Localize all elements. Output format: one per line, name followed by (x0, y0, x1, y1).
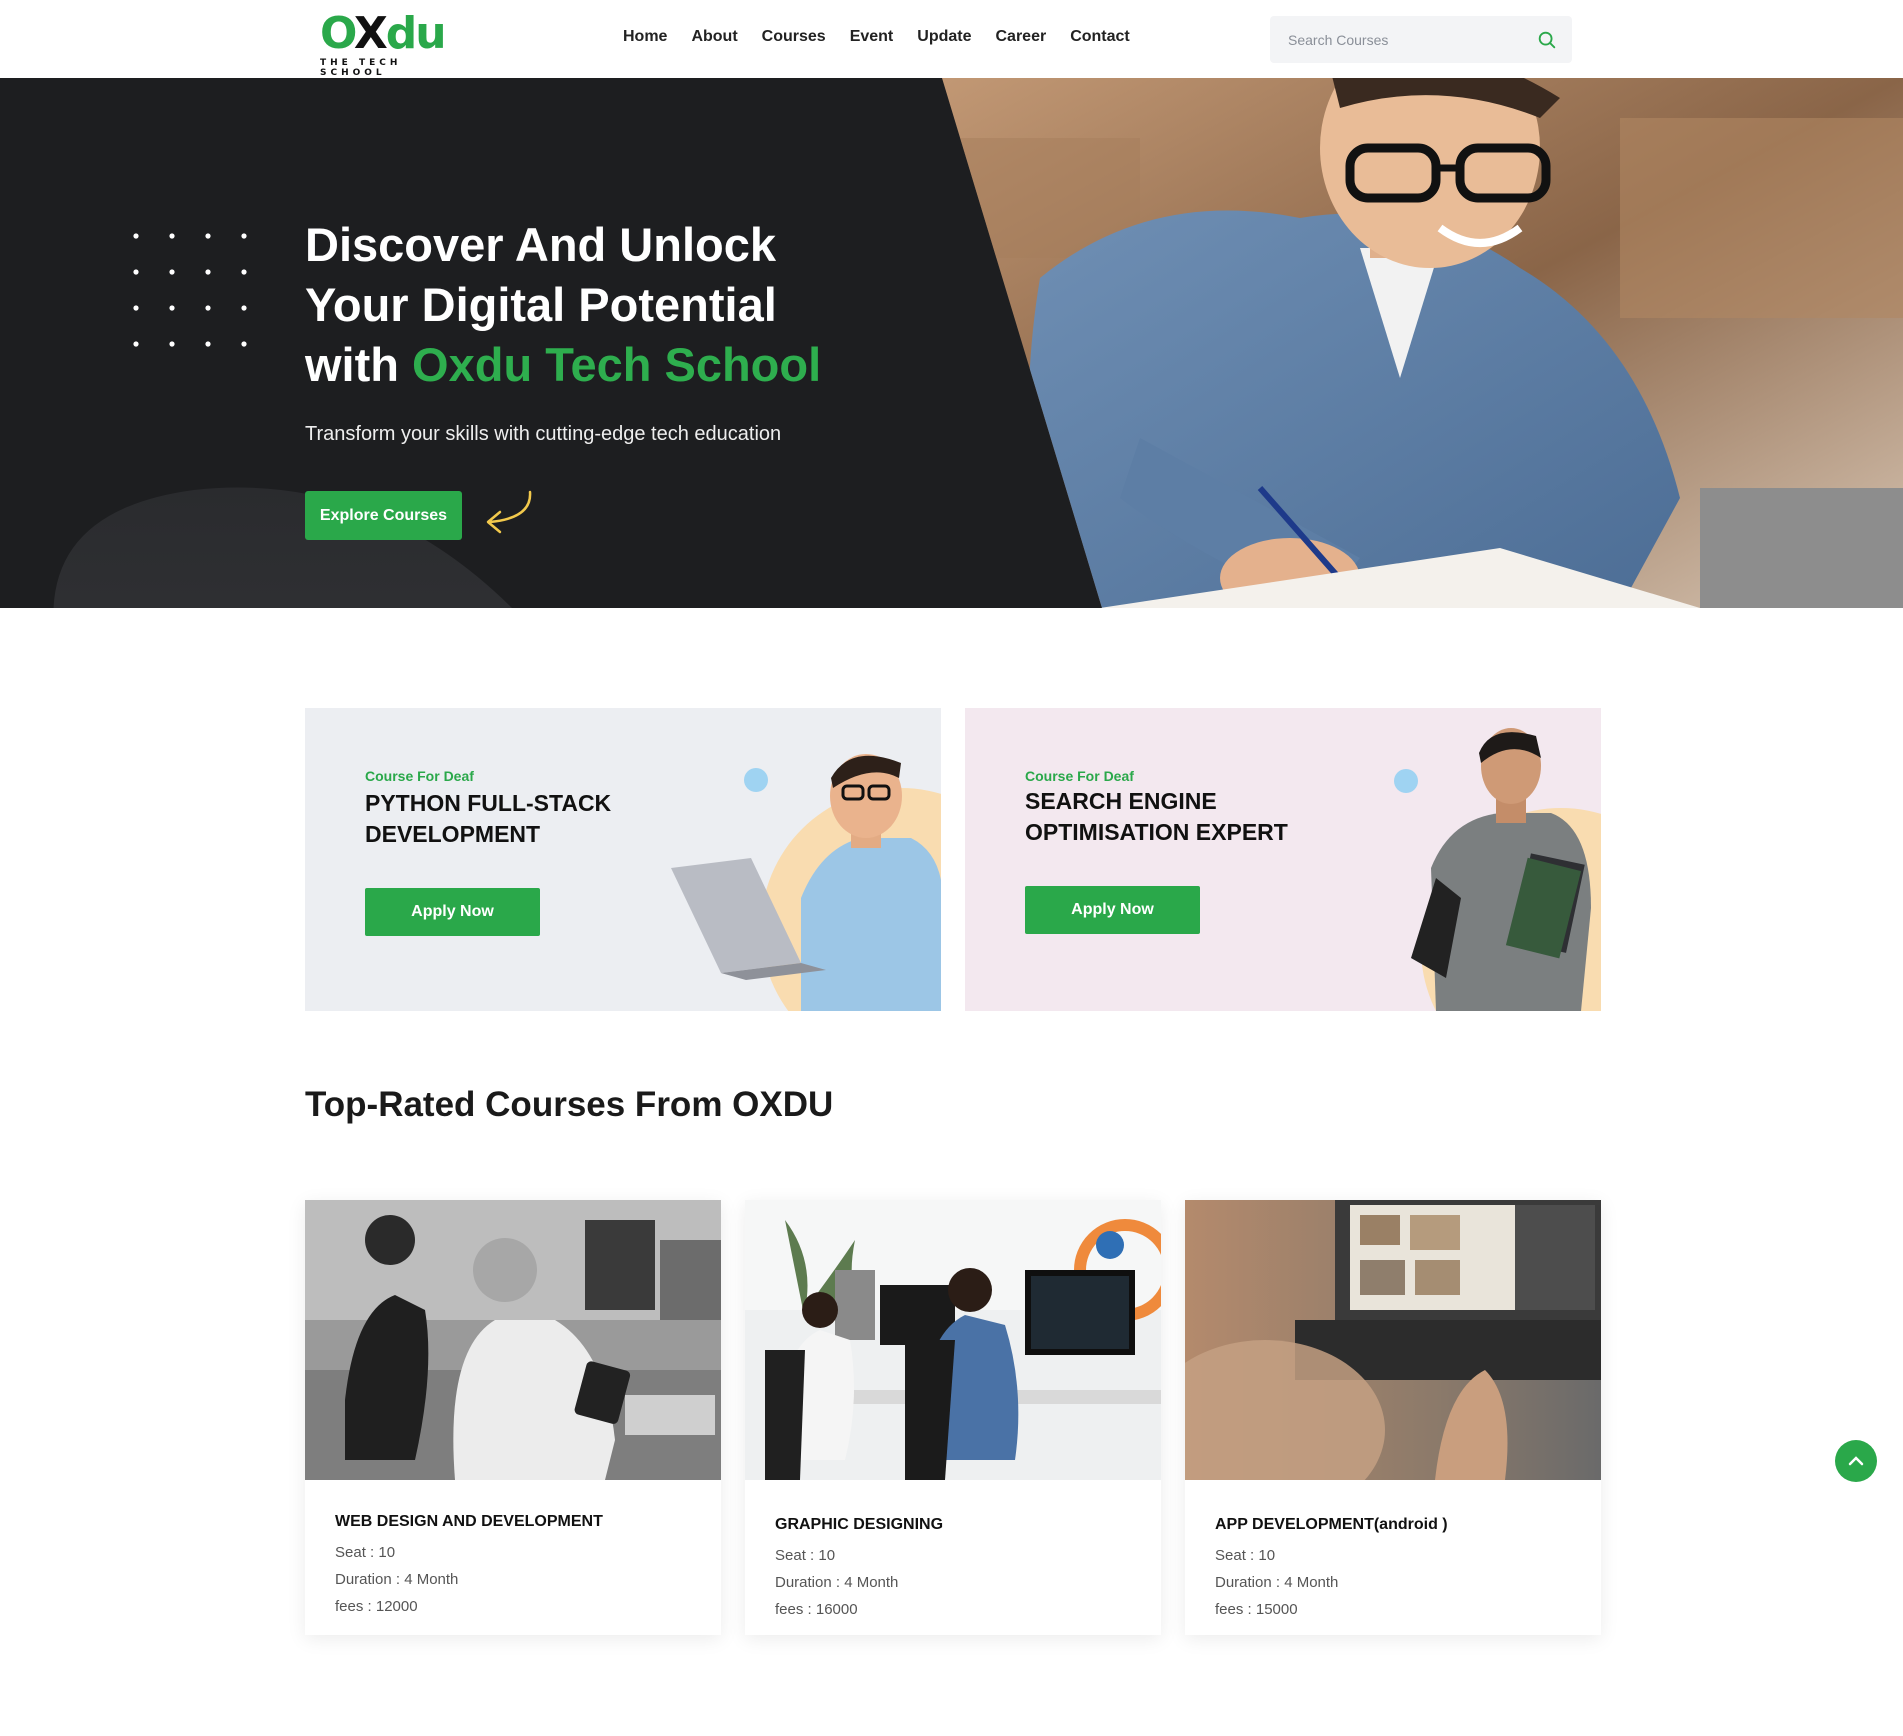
course-details: GRAPHIC DESIGNING Seat : 10 Duration : 4… (775, 1516, 943, 1623)
hero-title: Discover And Unlock Your Digital Potenti… (305, 215, 1005, 395)
course-details: APP DEVELOPMENT(android ) Seat : 10 Dura… (1215, 1516, 1448, 1623)
course-details: WEB DESIGN AND DEVELOPMENT Seat : 10 Dur… (335, 1513, 603, 1620)
promo-kicker: Course For Deaf (365, 768, 474, 784)
course-seat: Seat : 10 (775, 1547, 836, 1564)
course-card-graphic-designing[interactable]: GRAPHIC DESIGNING Seat : 10 Duration : 4… (745, 1200, 1161, 1635)
course-fees: fees : 15000 (1215, 1601, 1298, 1618)
apply-now-button[interactable]: Apply Now (1025, 886, 1200, 934)
oxdu-logo[interactable]: OXdu THE TECH SCHOOL (320, 8, 450, 79)
course-duration: Duration : 4 Month (335, 1571, 459, 1588)
nav-contact[interactable]: Contact (1070, 28, 1130, 46)
course-seat: Seat : 10 (335, 1544, 396, 1561)
course-duration: Duration : 4 Month (775, 1574, 899, 1591)
promo-title: PYTHON FULL-STACK DEVELOPMENT (365, 790, 612, 847)
course-image-graphic-designing (745, 1200, 1161, 1480)
nav-career[interactable]: Career (996, 28, 1047, 46)
promo-student-laptop-image (671, 754, 941, 1011)
explore-courses-button[interactable]: Explore Courses (305, 491, 462, 540)
hero-subtitle: Transform your skills with cutting-edge … (305, 423, 782, 445)
chevron-up-icon (1848, 1456, 1864, 1466)
hero-title-line-3: with Oxdu Tech School (305, 338, 822, 391)
hero-title-line-1: Discover And Unlock (305, 218, 776, 271)
curved-arrow-icon (486, 490, 532, 534)
course-name: APP DEVELOPMENT(android ) (1215, 1516, 1448, 1533)
promo-title: SEARCH ENGINE OPTIMISATION EXPERT (1025, 788, 1288, 845)
scroll-to-top-button[interactable] (1835, 1440, 1877, 1482)
promo-card-python: Course For Deaf PYTHON FULL-STACK DEVELO… (305, 708, 941, 1011)
nav-home[interactable]: Home (623, 28, 667, 46)
nav-about[interactable]: About (691, 28, 737, 46)
top-rated-courses-title: Top-Rated Courses From OXDU (305, 1085, 834, 1124)
course-image-app-development (1185, 1200, 1601, 1480)
logo-tagline: THE TECH SCHOOL (320, 58, 402, 78)
promo-card-seo: Course For Deaf SEARCH ENGINE OPTIMISATI… (965, 708, 1601, 1011)
promo-student-books-image (1394, 728, 1601, 1011)
course-name: WEB DESIGN AND DEVELOPMENT (335, 1513, 603, 1530)
course-name: GRAPHIC DESIGNING (775, 1516, 944, 1533)
hero-title-line-2: Your Digital Potential (305, 278, 777, 331)
hero-banner: Discover And Unlock Your Digital Potenti… (0, 78, 1903, 608)
nav-event[interactable]: Event (850, 28, 894, 46)
course-duration: Duration : 4 Month (1215, 1574, 1339, 1591)
main-nav: Home About Courses Event Update Career C… (623, 28, 1130, 46)
nav-courses[interactable]: Courses (762, 28, 826, 46)
hero-title-highlight: Oxdu Tech School (412, 338, 822, 391)
search-input[interactable] (1288, 28, 1508, 52)
dot-grid-decoration (133, 233, 247, 347)
search-box (1270, 16, 1572, 63)
promo-kicker: Course For Deaf (1025, 768, 1134, 784)
site-header: OXdu THE TECH SCHOOL Home About Courses … (0, 0, 1903, 78)
nav-update[interactable]: Update (917, 28, 971, 46)
course-card-web-design[interactable]: WEB DESIGN AND DEVELOPMENT Seat : 10 Dur… (305, 1200, 721, 1635)
course-fees: fees : 12000 (335, 1598, 418, 1615)
course-card-app-development[interactable]: APP DEVELOPMENT(android ) Seat : 10 Dura… (1185, 1200, 1601, 1635)
apply-now-button[interactable]: Apply Now (365, 888, 540, 936)
course-fees: fees : 16000 (775, 1601, 858, 1618)
course-image-web-design (305, 1200, 721, 1480)
search-icon[interactable] (1536, 29, 1558, 51)
logo-wordmark: OXdu (320, 8, 447, 59)
course-seat: Seat : 10 (1215, 1547, 1276, 1564)
